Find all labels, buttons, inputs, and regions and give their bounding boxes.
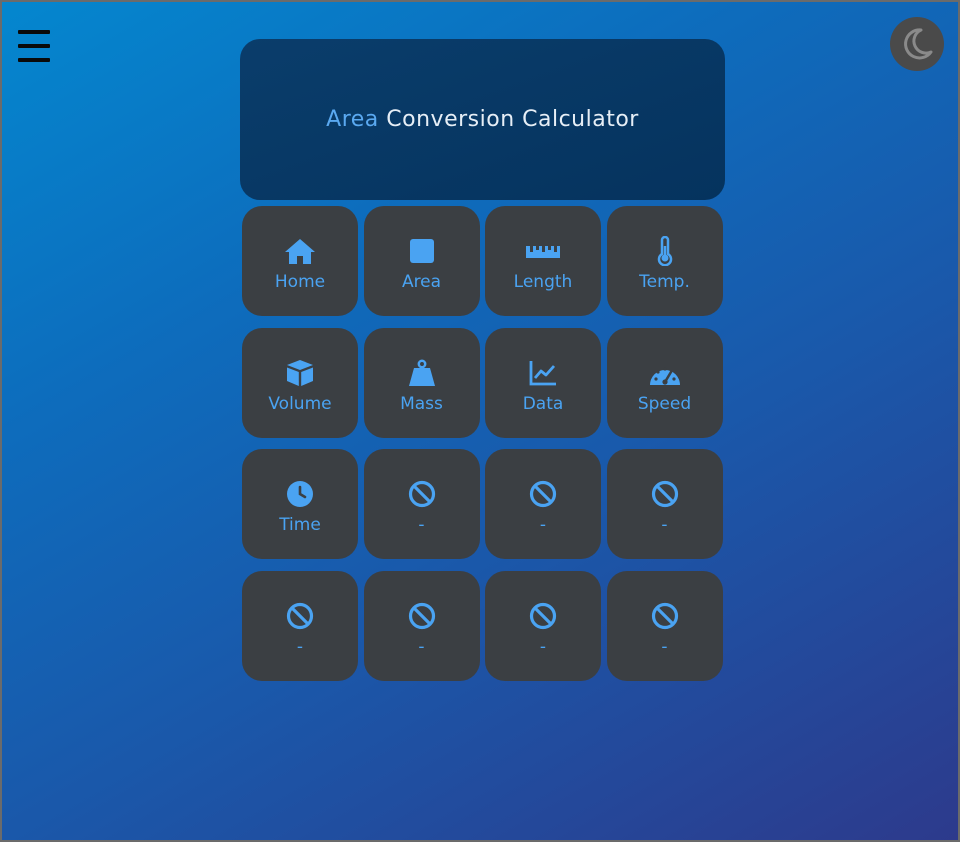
ban-icon (408, 602, 435, 629)
moon-icon (904, 28, 933, 60)
hamburger-bar (18, 58, 50, 62)
tile-label: Length (513, 272, 573, 292)
tile-label: Area (401, 272, 442, 292)
chart-line-icon (529, 360, 556, 385)
tile-label: - (539, 636, 547, 657)
tile-label: - (661, 515, 668, 535)
tile-label: - (661, 636, 668, 657)
title-rest: Conversion Calculator (378, 107, 639, 132)
tile-volume[interactable]: Volume (242, 327, 358, 438)
tile-label: - (539, 515, 547, 535)
tile-disabled[interactable]: - (485, 570, 601, 681)
title-card: Area Conversion Calculator (240, 39, 725, 200)
ban-icon (651, 602, 678, 629)
tile-disabled[interactable]: - (363, 570, 480, 681)
theme-toggle-button[interactable] (890, 17, 944, 71)
ban-icon (286, 602, 314, 629)
ruler-icon (526, 246, 560, 258)
tile-label: Home (274, 272, 326, 292)
tile-label: Volume (268, 393, 332, 414)
tile-area[interactable]: Area (363, 206, 480, 316)
hamburger-bar (18, 30, 50, 34)
tile-label: - (418, 636, 425, 657)
gauge-icon (649, 366, 680, 385)
tile-speed[interactable]: Speed (606, 327, 723, 438)
ban-icon (529, 480, 557, 508)
tile-mass[interactable]: Mass (363, 327, 480, 438)
tile-label: - (296, 636, 304, 657)
menu-button[interactable] (18, 30, 52, 62)
tile-disabled[interactable]: - (242, 570, 358, 681)
ban-icon (408, 480, 435, 508)
tile-temp[interactable]: Temp. (606, 206, 723, 316)
tile-time[interactable]: Time (242, 449, 358, 559)
tile-length[interactable]: Length (485, 206, 601, 316)
tile-disabled[interactable]: - (485, 449, 601, 559)
tile-disabled[interactable]: - (606, 570, 723, 681)
hamburger-bar (18, 44, 50, 48)
ban-icon (651, 480, 678, 508)
tile-label: Mass (400, 393, 443, 414)
weight-icon (408, 359, 435, 386)
tile-home[interactable]: Home (242, 206, 358, 316)
converter-grid: Home Area Length Temp. Volume Mass Data … (242, 206, 723, 681)
tile-disabled[interactable]: - (363, 449, 480, 559)
title-accent: Area (326, 107, 379, 132)
cube-icon (287, 359, 313, 386)
tile-label: Temp. (639, 272, 690, 292)
home-icon (285, 239, 315, 264)
tile-label: Data (522, 393, 564, 414)
tile-label: - (418, 515, 425, 535)
tile-label: Speed (637, 393, 692, 414)
tile-label: Time (279, 515, 321, 535)
page-title: Area Conversion Calculator (326, 107, 639, 132)
clock-icon (287, 481, 313, 507)
square-icon (409, 239, 434, 263)
tile-data[interactable]: Data (485, 327, 601, 438)
thermometer-icon (657, 236, 672, 266)
tile-disabled[interactable]: - (606, 449, 723, 559)
ban-icon (529, 602, 557, 629)
